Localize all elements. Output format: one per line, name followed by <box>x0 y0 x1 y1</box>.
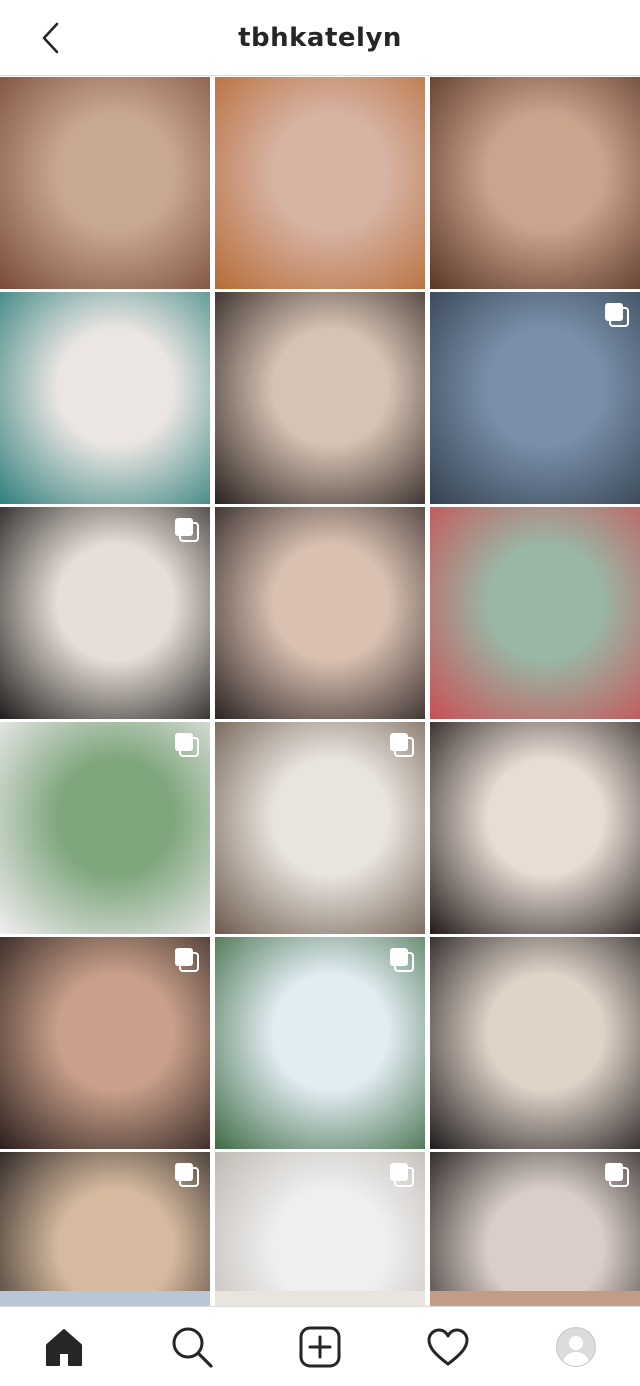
search-icon <box>172 1327 213 1368</box>
carousel-multiple-icon <box>175 518 199 542</box>
home-icon <box>46 1329 82 1366</box>
post-hand-on-chin-selfie[interactable] <box>215 292 425 504</box>
post-thumbnail-partial[interactable] <box>0 1291 210 1306</box>
post-closeup-smile-selfie[interactable] <box>430 722 640 934</box>
grid-row <box>0 937 640 1149</box>
post-thumbnail-image <box>430 722 640 934</box>
post-thumbnail-partial[interactable] <box>430 1291 640 1306</box>
grid-row <box>0 507 640 719</box>
bottom-tab-bar <box>0 1306 640 1386</box>
profile-avatar <box>556 1327 596 1367</box>
activity-tab[interactable] <box>424 1323 472 1371</box>
profile-tab[interactable] <box>552 1323 600 1371</box>
post-thumbnail-image <box>0 292 210 504</box>
grid-row <box>0 722 640 934</box>
new-post-icon <box>299 1326 341 1368</box>
post-thumbnail-image <box>215 77 425 289</box>
activity-heart-icon <box>427 1328 469 1366</box>
post-holding-skincare-bottle[interactable] <box>0 507 210 719</box>
post-car-selfie[interactable] <box>215 507 425 719</box>
post-thumbnail-image <box>0 77 210 289</box>
search-tab[interactable] <box>168 1323 216 1371</box>
chevron-left-icon <box>42 22 59 54</box>
grid-row <box>0 77 640 289</box>
posts-grid-next-row-peek <box>0 1291 640 1306</box>
post-patio-orange-drink[interactable] <box>430 292 640 504</box>
post-closeup-portrait-brown-bob[interactable] <box>0 77 210 289</box>
post-snow-forest-overalls[interactable] <box>215 937 425 1149</box>
post-selfie-brown-hair[interactable] <box>430 77 640 289</box>
post-garden-white-outfit[interactable] <box>0 722 210 934</box>
carousel-multiple-icon <box>605 303 629 327</box>
post-thumbnail-image <box>430 937 640 1149</box>
post-circle-window-seated[interactable] <box>215 722 425 934</box>
carousel-multiple-icon <box>175 733 199 757</box>
carousel-multiple-icon <box>605 1163 629 1187</box>
carousel-multiple-icon <box>390 1163 414 1187</box>
carousel-multiple-icon <box>175 1163 199 1187</box>
post-thumbnail-image <box>215 292 425 504</box>
new-post-tab[interactable] <box>296 1323 344 1371</box>
post-thumbnail-partial[interactable] <box>215 1291 425 1306</box>
home-tab[interactable] <box>40 1323 88 1371</box>
grid-row <box>0 292 640 504</box>
post-thumbnail-image <box>430 77 640 289</box>
post-orange-cardigan-selfie[interactable] <box>0 937 210 1149</box>
top-navigation-bar: tbhkatelyn <box>0 0 640 76</box>
back-button[interactable] <box>30 18 70 58</box>
profile-username-title: tbhkatelyn <box>238 23 402 53</box>
post-two-friends-garden[interactable] <box>430 507 640 719</box>
post-thumbnail-image <box>215 507 425 719</box>
carousel-multiple-icon <box>390 948 414 972</box>
carousel-multiple-icon <box>390 733 414 757</box>
post-orange-sweater-jeans[interactable] <box>215 77 425 289</box>
post-bedroom-mirror-selfie[interactable] <box>0 292 210 504</box>
carousel-multiple-icon <box>175 948 199 972</box>
post-thumbnail-image <box>430 507 640 719</box>
post-corset-wavy-hair[interactable] <box>430 937 640 1149</box>
